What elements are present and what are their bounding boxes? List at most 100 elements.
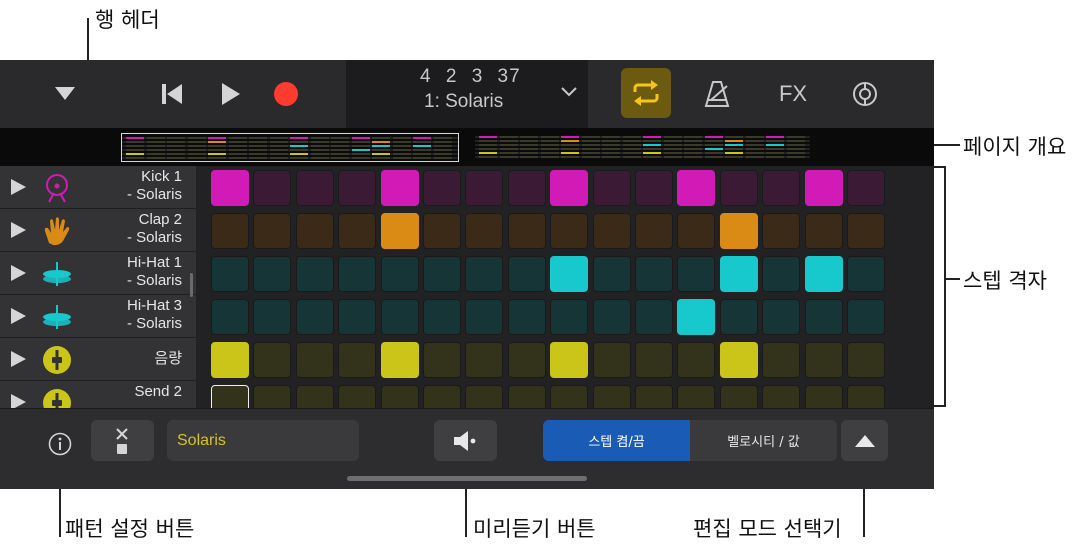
- step-cell[interactable]: [338, 256, 377, 292]
- step-cell[interactable]: [465, 213, 504, 249]
- settings-button[interactable]: [848, 78, 882, 110]
- row-header[interactable]: Clap 2 - Solaris: [0, 209, 196, 252]
- step-cell[interactable]: [635, 213, 673, 249]
- step-cell[interactable]: [635, 256, 673, 292]
- step-cell[interactable]: [338, 170, 377, 206]
- step-cell[interactable]: [592, 213, 631, 249]
- step-cell[interactable]: [211, 342, 249, 378]
- step-cell[interactable]: [211, 299, 249, 335]
- clear-pattern-button[interactable]: [91, 420, 154, 461]
- step-cell[interactable]: [762, 170, 801, 206]
- step-cell[interactable]: [635, 342, 673, 378]
- step-cell[interactable]: [550, 342, 589, 378]
- step-cell[interactable]: [550, 213, 589, 249]
- step-cell[interactable]: [762, 213, 801, 249]
- chevron-down-icon[interactable]: [560, 86, 578, 98]
- step-cell[interactable]: [380, 256, 419, 292]
- step-cell[interactable]: [762, 342, 801, 378]
- row-expand-play-icon[interactable]: [11, 351, 26, 367]
- step-cell[interactable]: [762, 299, 801, 335]
- step-cell[interactable]: [677, 342, 716, 378]
- step-cell[interactable]: [847, 299, 885, 335]
- edit-mode-step-on-off[interactable]: 스텝 켬/끔: [543, 420, 690, 461]
- step-cell[interactable]: [635, 170, 673, 206]
- pattern-settings-button[interactable]: [45, 429, 75, 459]
- step-cell[interactable]: [423, 170, 461, 206]
- edit-mode-velocity-value[interactable]: 벨로시티 / 값: [690, 420, 837, 461]
- step-cell[interactable]: [380, 170, 419, 206]
- go-to-beginning-button[interactable]: [157, 80, 187, 108]
- step-cell[interactable]: [592, 256, 631, 292]
- row-expand-play-icon[interactable]: [11, 222, 26, 238]
- step-cell[interactable]: [507, 342, 546, 378]
- row-header[interactable]: 음량: [0, 338, 196, 381]
- step-cell[interactable]: [253, 213, 292, 249]
- step-cell[interactable]: [295, 213, 334, 249]
- expand-edit-mode-button[interactable]: [841, 420, 888, 461]
- step-cell[interactable]: [677, 299, 716, 335]
- step-cell[interactable]: [719, 170, 758, 206]
- lcd-display[interactable]: 4 2 3 37 1: Solaris: [346, 60, 588, 128]
- row-header[interactable]: Kick 1 - Solaris: [0, 166, 196, 209]
- step-cell[interactable]: [465, 170, 504, 206]
- step-cell[interactable]: [592, 170, 631, 206]
- step-cell[interactable]: [211, 213, 249, 249]
- preview-button[interactable]: [434, 420, 497, 461]
- step-cell[interactable]: [295, 299, 334, 335]
- row-header[interactable]: Hi-Hat 1 - Solaris: [0, 252, 196, 295]
- step-cell[interactable]: [338, 342, 377, 378]
- step-cell[interactable]: [253, 170, 292, 206]
- step-cell[interactable]: [719, 299, 758, 335]
- step-cell[interactable]: [338, 299, 377, 335]
- step-cell[interactable]: [550, 256, 589, 292]
- row-expand-play-icon[interactable]: [11, 265, 26, 281]
- overview-page-1[interactable]: [121, 133, 459, 162]
- fx-button[interactable]: FX: [770, 78, 816, 110]
- step-cell[interactable]: [804, 256, 843, 292]
- step-cell[interactable]: [465, 342, 504, 378]
- cycle-button[interactable]: [621, 68, 671, 118]
- step-cell[interactable]: [211, 170, 249, 206]
- step-cell[interactable]: [295, 170, 334, 206]
- step-cell[interactable]: [253, 256, 292, 292]
- step-cell[interactable]: [507, 256, 546, 292]
- step-cell[interactable]: [465, 299, 504, 335]
- play-button[interactable]: [215, 80, 245, 108]
- pattern-name-field[interactable]: Solaris: [167, 420, 359, 461]
- step-cell[interactable]: [423, 299, 461, 335]
- step-cell[interactable]: [507, 213, 546, 249]
- step-cell[interactable]: [380, 213, 419, 249]
- record-button[interactable]: [270, 80, 302, 108]
- step-cell[interactable]: [847, 213, 885, 249]
- step-cell[interactable]: [762, 256, 801, 292]
- step-cell[interactable]: [804, 170, 843, 206]
- step-cell[interactable]: [295, 256, 334, 292]
- step-cell[interactable]: [719, 342, 758, 378]
- step-cell[interactable]: [592, 299, 631, 335]
- metronome-button[interactable]: [700, 78, 734, 110]
- step-cell[interactable]: [295, 342, 334, 378]
- track-menu-button[interactable]: [50, 82, 80, 106]
- step-cell[interactable]: [465, 256, 504, 292]
- overview-page-2[interactable]: [475, 133, 810, 162]
- page-overview[interactable]: [0, 128, 934, 166]
- step-cell[interactable]: [380, 342, 419, 378]
- step-cell[interactable]: [507, 170, 546, 206]
- step-cell[interactable]: [338, 213, 377, 249]
- row-expand-play-icon[interactable]: [11, 308, 26, 324]
- row-header[interactable]: Hi-Hat 3 - Solaris: [0, 295, 196, 338]
- step-cell[interactable]: [507, 299, 546, 335]
- step-cell[interactable]: [211, 256, 249, 292]
- step-cell[interactable]: [719, 213, 758, 249]
- step-cell[interactable]: [719, 256, 758, 292]
- step-cell[interactable]: [677, 213, 716, 249]
- step-cell[interactable]: [592, 342, 631, 378]
- step-cell[interactable]: [677, 256, 716, 292]
- step-cell[interactable]: [253, 342, 292, 378]
- step-cell[interactable]: [804, 342, 843, 378]
- step-cell[interactable]: [550, 299, 589, 335]
- step-cell[interactable]: [423, 342, 461, 378]
- step-cell[interactable]: [423, 256, 461, 292]
- step-cell[interactable]: [550, 170, 589, 206]
- step-cell[interactable]: [677, 170, 716, 206]
